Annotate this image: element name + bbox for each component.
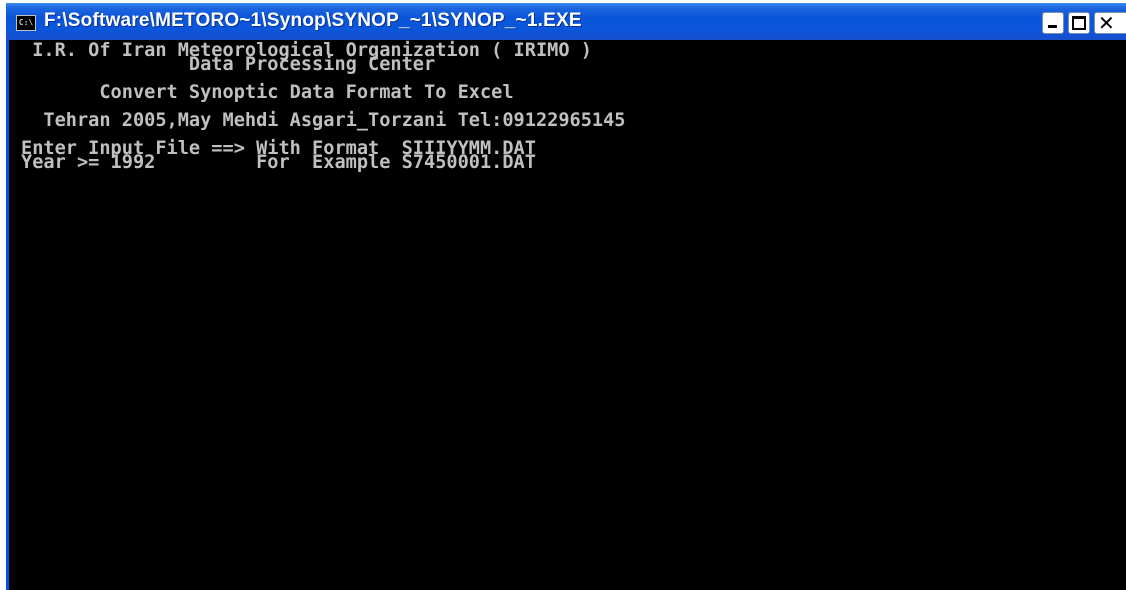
title-bar[interactable]: C:\ F:\Software\METORO~1\Synop\SYNOP_~1\… xyxy=(6,0,1126,40)
maximize-button[interactable] xyxy=(1068,12,1090,34)
console-window: C:\ F:\Software\METORO~1\Synop\SYNOP_~1\… xyxy=(6,0,1126,590)
console-line: Convert Synoptic Data Format To Excel xyxy=(21,82,514,103)
minimize-button[interactable] xyxy=(1042,12,1064,34)
maximize-icon xyxy=(1072,16,1086,30)
console-output[interactable]: I.R. Of Iran Meteorological Organization… xyxy=(9,40,1126,590)
console-icon[interactable]: C:\ xyxy=(16,15,36,31)
close-icon: ✕ xyxy=(1098,12,1115,34)
console-line: Tehran 2005,May Mehdi Asgari_Torzani Tel… xyxy=(21,110,626,131)
close-button[interactable]: ✕ xyxy=(1094,12,1126,34)
minimize-icon xyxy=(1048,25,1057,28)
console-line: Year >= 1992 For Example S7450001.DAT xyxy=(21,152,536,173)
window-title: F:\Software\METORO~1\Synop\SYNOP_~1\SYNO… xyxy=(44,10,582,31)
